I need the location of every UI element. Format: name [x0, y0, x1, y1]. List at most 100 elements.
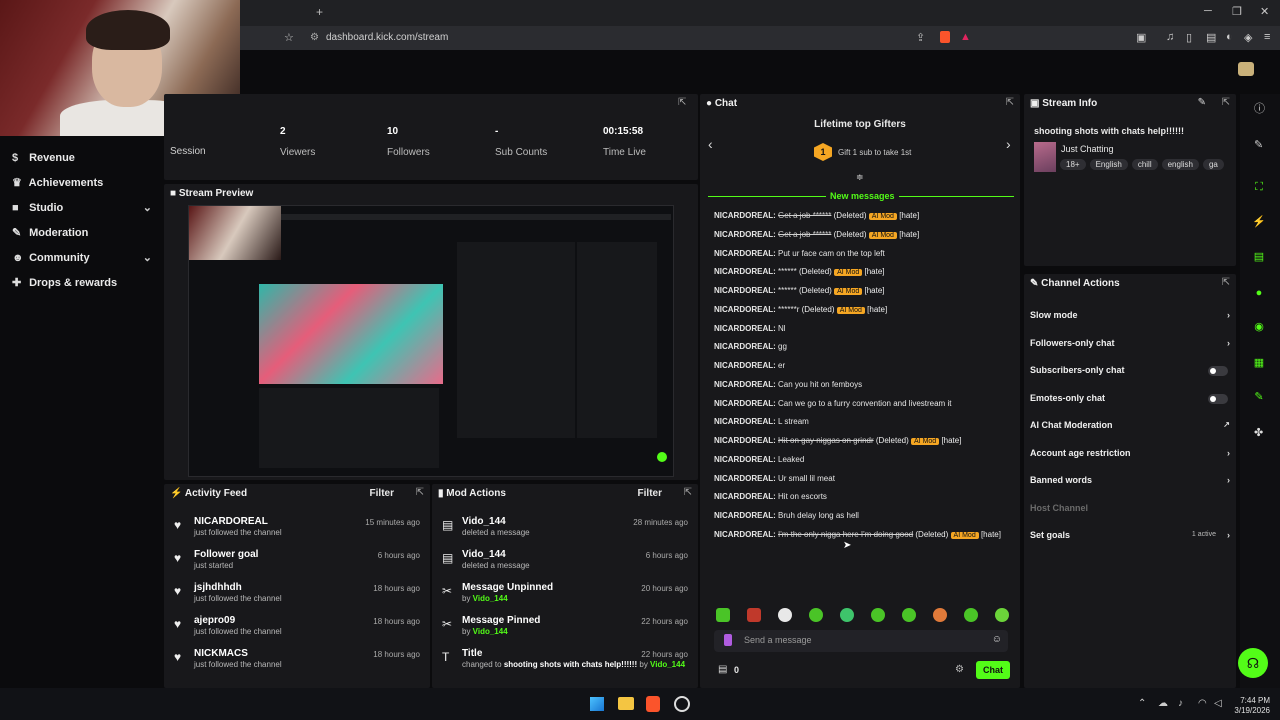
chat-username[interactable]: NICARDOREAL:: [714, 342, 776, 351]
channel-action-row[interactable]: Set goals › 1 active: [1030, 530, 1230, 542]
modactions-filter-button[interactable]: Filter: [638, 488, 662, 499]
chat-message[interactable]: NICARDOREAL: Leaked: [714, 455, 804, 464]
rail-bolt-icon[interactable]: ⚡: [1248, 211, 1270, 233]
toggle-switch[interactable]: [1208, 393, 1228, 404]
gifters-prev-icon[interactable]: ‹: [708, 136, 713, 152]
maximize-button[interactable]: ❐: [1232, 5, 1242, 18]
channel-action-row[interactable]: Subscribers-only chat: [1030, 365, 1230, 377]
chat-username[interactable]: NICARDOREAL:: [714, 511, 776, 520]
mod-action-row[interactable]: ✂ Message Unpinned by Vido_144 20 hours ago: [432, 580, 698, 614]
chat-message[interactable]: NICARDOREAL: er: [714, 361, 785, 370]
chat-message[interactable]: NICARDOREAL: Can you hit on femboys: [714, 380, 862, 389]
pin-icon[interactable]: ≑: [856, 172, 864, 183]
rail-apps-icon[interactable]: ✤: [1254, 426, 1263, 439]
mic-icon[interactable]: [724, 634, 732, 646]
emote-icon[interactable]: [716, 608, 730, 622]
chat-message[interactable]: NICARDOREAL: Hit on escorts: [714, 492, 827, 501]
gifters-next-icon[interactable]: ›: [1006, 136, 1011, 152]
toggle-switch[interactable]: [1208, 366, 1228, 376]
popout-icon[interactable]: ⇱: [416, 487, 424, 498]
close-window-button[interactable]: ✕: [1260, 5, 1269, 18]
mod-action-row[interactable]: ▤ Vido_144 deleted a message 28 minutes ago: [432, 514, 698, 548]
wifi-icon[interactable]: ◠: [1198, 698, 1207, 709]
file-explorer-icon[interactable]: [618, 697, 634, 710]
activity-row[interactable]: ♥ NICKMACS just followed the channel 18 hou…: [164, 646, 430, 680]
gift-prompt[interactable]: Gift 1 sub to take 1st: [838, 148, 911, 157]
brave-rewards-icon[interactable]: ▲: [960, 31, 971, 43]
mod-action-row[interactable]: ▤ Vido_144 deleted a message 6 hours ago: [432, 547, 698, 581]
minimize-button[interactable]: ─: [1204, 5, 1212, 17]
chat-input[interactable]: Send a message ☺: [714, 630, 1008, 652]
chat-message[interactable]: NICARDOREAL: Ur small lil meat: [714, 474, 835, 483]
rail-fullscreen-icon[interactable]: ⛶: [1248, 176, 1270, 198]
chevron-down-icon[interactable]: ⌄: [143, 248, 152, 268]
mod-action-user[interactable]: Vido_144: [473, 594, 508, 603]
stream-tag[interactable]: ga: [1202, 159, 1224, 170]
send-chat-button[interactable]: Chat: [976, 661, 1010, 679]
chat-message[interactable]: NICARDOREAL: Hit on gay niggas on grindr…: [714, 436, 961, 445]
chat-username[interactable]: NICARDOREAL:: [714, 324, 776, 333]
chat-message[interactable]: NICARDOREAL: Nl: [714, 324, 786, 333]
rail-clip-icon[interactable]: ▤: [1248, 246, 1270, 268]
extensions-icon[interactable]: ▣: [1136, 31, 1146, 44]
volume-icon[interactable]: ◁: [1214, 698, 1222, 709]
mic-tray-icon[interactable]: ♪: [1178, 698, 1183, 709]
mod-action-row[interactable]: ✂ Message Pinned by Vido_144 22 hours ago: [432, 613, 698, 647]
support-button[interactable]: ☊: [1238, 648, 1268, 678]
vpn-icon[interactable]: ◐: [1226, 31, 1233, 43]
chat-username[interactable]: NICARDOREAL:: [714, 455, 776, 464]
share-icon[interactable]: ⇪: [916, 31, 925, 44]
activity-row[interactable]: ♥ Follower goal just started 6 hours ago: [164, 547, 430, 581]
sidebar-item-achievements[interactable]: ♛ Achievements: [12, 173, 152, 193]
chat-username[interactable]: NICARDOREAL:: [714, 530, 776, 539]
edit-icon[interactable]: ✎: [1198, 97, 1206, 108]
clock[interactable]: 7:44 PM 3/19/2026: [1226, 696, 1270, 716]
stream-tag[interactable]: 18+: [1060, 159, 1086, 170]
emote-icon[interactable]: [778, 608, 792, 622]
rail-chat-icon[interactable]: ●: [1248, 282, 1270, 304]
emote-icon[interactable]: [995, 608, 1009, 622]
chat-username[interactable]: NICARDOREAL:: [714, 211, 776, 220]
shield-icon[interactable]: ◈: [1244, 31, 1252, 44]
chat-message[interactable]: NICARDOREAL: I'm the only nigga here I'm…: [714, 530, 1001, 539]
emote-icon[interactable]: [747, 608, 761, 622]
stream-preview-video[interactable]: [188, 205, 674, 477]
chat-message[interactable]: NICARDOREAL: Bruh delay long as hell: [714, 511, 859, 520]
sidebar-toggle-icon[interactable]: ▯: [1186, 31, 1192, 44]
site-info-icon[interactable]: ⚙: [310, 27, 319, 49]
rail-wrench-icon[interactable]: ✎: [1248, 386, 1270, 408]
popout-icon[interactable]: ⇱: [1222, 97, 1230, 108]
chat-username[interactable]: NICARDOREAL:: [714, 305, 776, 314]
chat-username[interactable]: NICARDOREAL:: [714, 361, 776, 370]
rail-layout-icon[interactable]: ▦: [1248, 352, 1270, 374]
chat-username[interactable]: NICARDOREAL:: [714, 417, 776, 426]
new-tab-button[interactable]: +: [316, 5, 323, 19]
chat-message[interactable]: NICARDOREAL: Can we go to a furry conven…: [714, 399, 951, 408]
chat-message[interactable]: NICARDOREAL: Get a job ****** (Deleted) …: [714, 230, 919, 239]
chevron-right-icon[interactable]: ›: [1227, 310, 1230, 320]
channel-action-row[interactable]: Banned words ›: [1030, 475, 1230, 487]
activity-row[interactable]: ♥ ajepro09 just followed the channel 18 hou…: [164, 613, 430, 647]
brave-shield-icon[interactable]: [940, 31, 950, 43]
external-link-icon[interactable]: ↗: [1223, 420, 1230, 429]
emote-icon[interactable]: [840, 608, 854, 622]
sidebar-item-revenue[interactable]: $ Revenue: [12, 148, 152, 168]
chat-username[interactable]: NICARDOREAL:: [714, 230, 776, 239]
chat-message[interactable]: NICARDOREAL: gg: [714, 342, 787, 351]
channel-action-row[interactable]: Account age restriction ›: [1030, 448, 1230, 460]
chevron-down-icon[interactable]: ⌄: [143, 198, 152, 218]
emote-icon[interactable]: [809, 608, 823, 622]
menu-icon[interactable]: ≡: [1264, 31, 1270, 43]
channel-action-row[interactable]: Followers-only chat ›: [1030, 338, 1230, 350]
mod-action-user[interactable]: Vido_144: [473, 627, 508, 636]
chat-message[interactable]: NICARDOREAL: ******r (Deleted) AI Mod [h…: [714, 305, 887, 314]
chat-message[interactable]: NICARDOREAL: Get a job ****** (Deleted) …: [714, 211, 919, 220]
chevron-right-icon[interactable]: ›: [1227, 475, 1230, 485]
channel-action-row[interactable]: Slow mode ›: [1030, 310, 1230, 322]
channel-action-row[interactable]: AI Chat Moderation ↗: [1030, 420, 1230, 432]
avatar[interactable]: [1238, 62, 1254, 76]
tray-chevron-icon[interactable]: ⌃: [1138, 698, 1146, 709]
chat-username[interactable]: NICARDOREAL:: [714, 286, 776, 295]
gift-icon[interactable]: ▤: [718, 664, 727, 675]
channel-action-row[interactable]: Emotes-only chat: [1030, 393, 1230, 405]
